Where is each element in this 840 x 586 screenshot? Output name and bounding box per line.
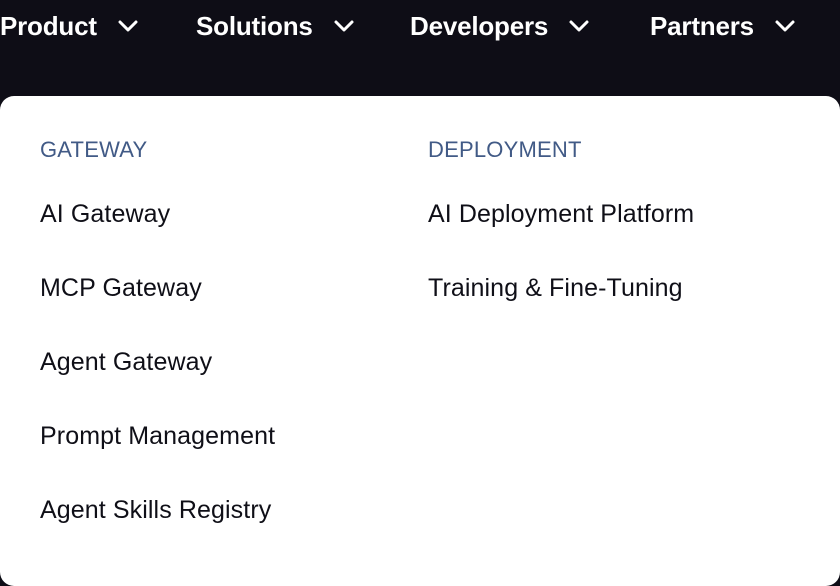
dropdown-column-gateway: GATEWAY AI Gateway MCP Gateway Agent Gat… — [40, 132, 275, 569]
dropdown-column-deployment: DEPLOYMENT AI Deployment Platform Traini… — [428, 132, 694, 347]
menu-link-training-fine-tuning[interactable]: Training & Fine-Tuning — [428, 273, 694, 303]
product-dropdown-panel: GATEWAY AI Gateway MCP Gateway Agent Gat… — [0, 96, 840, 586]
link-list: AI Deployment Platform Training & Fine-T… — [428, 199, 694, 347]
menu-link-agent-skills-registry[interactable]: Agent Skills Registry — [40, 495, 275, 525]
menu-link-agent-gateway[interactable]: Agent Gateway — [40, 347, 275, 377]
column-heading: DEPLOYMENT — [428, 137, 582, 162]
link-list: AI Gateway MCP Gateway Agent Gateway Pro… — [40, 199, 275, 569]
menu-link-ai-deployment-platform[interactable]: AI Deployment Platform — [428, 199, 694, 229]
nav-item-label: Partners — [650, 10, 754, 41]
chevron-down-icon — [117, 15, 139, 37]
menu-link-mcp-gateway[interactable]: MCP Gateway — [40, 273, 275, 303]
nav-item-label: Product — [0, 10, 97, 41]
nav-item-product[interactable]: Product — [0, 8, 139, 44]
nav-item-label: Developers — [410, 10, 549, 41]
nav-item-solutions[interactable]: Solutions — [196, 8, 355, 44]
column-heading: GATEWAY — [40, 137, 148, 162]
nav-item-developers[interactable]: Developers — [410, 8, 590, 44]
chevron-down-icon — [568, 15, 590, 37]
menu-link-prompt-management[interactable]: Prompt Management — [40, 421, 275, 451]
chevron-down-icon — [774, 15, 796, 37]
nav-item-label: Solutions — [196, 10, 313, 41]
top-navigation-bar: Product Solutions Developers Partners — [0, 0, 840, 96]
menu-link-ai-gateway[interactable]: AI Gateway — [40, 199, 275, 229]
chevron-down-icon — [333, 15, 355, 37]
nav-item-partners[interactable]: Partners — [650, 8, 796, 44]
